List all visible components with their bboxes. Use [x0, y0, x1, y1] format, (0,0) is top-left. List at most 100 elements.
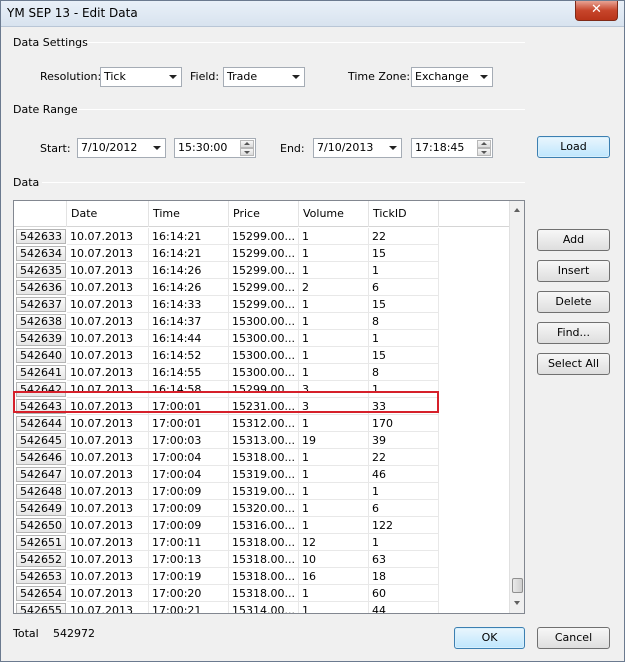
table-row[interactable]: 542649 10.07.2013 17:00:09 15320.00... 1 6: [14, 500, 511, 517]
title-bar[interactable]: YM SEP 13 - Edit Data ✕: [1, 1, 624, 27]
column-header-tickid[interactable]: TickID: [369, 201, 439, 227]
cell-tickid[interactable]: 122: [369, 517, 439, 534]
row-header[interactable]: 542642: [16, 382, 66, 397]
cell-tickid[interactable]: 1: [369, 262, 439, 279]
cell-volume[interactable]: 10: [299, 551, 369, 568]
cell-date[interactable]: 10.07.2013: [67, 483, 149, 500]
cell-volume[interactable]: 1: [299, 262, 369, 279]
row-header[interactable]: 542655: [16, 603, 66, 613]
add-button[interactable]: Add: [537, 229, 610, 251]
cell-date[interactable]: 10.07.2013: [67, 262, 149, 279]
cell-volume[interactable]: 1: [299, 296, 369, 313]
cell-price[interactable]: 15314.00...: [229, 602, 299, 613]
vertical-scrollbar[interactable]: [509, 201, 524, 613]
table-row[interactable]: 542651 10.07.2013 17:00:11 15318.00... 12 1: [14, 534, 511, 551]
column-header-date[interactable]: Date: [67, 201, 149, 227]
cell-price[interactable]: 15318.00...: [229, 568, 299, 585]
end-date-picker[interactable]: 7/10/2013: [313, 138, 402, 158]
cell-tickid[interactable]: 15: [369, 347, 439, 364]
cell-price[interactable]: 15231.00...: [229, 398, 299, 415]
cell-tickid[interactable]: 39: [369, 432, 439, 449]
cell-volume[interactable]: 1: [299, 602, 369, 613]
cell-date[interactable]: 10.07.2013: [67, 228, 149, 245]
cell-time[interactable]: 17:00:03: [149, 432, 229, 449]
cell-price[interactable]: 15316.00...: [229, 517, 299, 534]
cell-time[interactable]: 17:00:19: [149, 568, 229, 585]
cell-price[interactable]: 15299.00...: [229, 279, 299, 296]
cell-date[interactable]: 10.07.2013: [67, 534, 149, 551]
cell-price[interactable]: 15299.00...: [229, 296, 299, 313]
cell-time[interactable]: 16:14:44: [149, 330, 229, 347]
row-header[interactable]: 542635: [16, 263, 66, 278]
table-row[interactable]: 542640 10.07.2013 16:14:52 15300.00... 1 15: [14, 347, 511, 364]
cell-date[interactable]: 10.07.2013: [67, 551, 149, 568]
end-time-spinner[interactable]: 17:18:45: [411, 138, 493, 158]
cell-date[interactable]: 10.07.2013: [67, 330, 149, 347]
row-header[interactable]: 542651: [16, 535, 66, 550]
cell-date[interactable]: 10.07.2013: [67, 296, 149, 313]
row-header[interactable]: 542650: [16, 518, 66, 533]
row-header[interactable]: 542652: [16, 552, 66, 567]
cell-tickid[interactable]: 44: [369, 602, 439, 613]
cell-price[interactable]: 15300.00...: [229, 347, 299, 364]
spin-down-icon[interactable]: [477, 148, 491, 156]
cell-time[interactable]: 16:14:58: [149, 381, 229, 398]
row-header[interactable]: 542646: [16, 450, 66, 465]
timezone-select[interactable]: Exchange: [411, 67, 493, 87]
cell-time[interactable]: 16:14:37: [149, 313, 229, 330]
row-header[interactable]: 542641: [16, 365, 66, 380]
cell-price[interactable]: 15300.00...: [229, 313, 299, 330]
cell-time[interactable]: 17:00:09: [149, 517, 229, 534]
cell-price[interactable]: 15318.00...: [229, 585, 299, 602]
table-row[interactable]: 542633 10.07.2013 16:14:21 15299.00... 1 22: [14, 228, 511, 245]
cell-tickid[interactable]: 15: [369, 245, 439, 262]
spin-down-icon[interactable]: [240, 148, 254, 156]
cell-date[interactable]: 10.07.2013: [67, 500, 149, 517]
column-header-time[interactable]: Time: [149, 201, 229, 227]
cell-time[interactable]: 16:14:26: [149, 279, 229, 296]
cell-date[interactable]: 10.07.2013: [67, 364, 149, 381]
cell-time[interactable]: 17:00:11: [149, 534, 229, 551]
data-grid[interactable]: Date Time Price Volume TickID 542633 10.0…: [13, 200, 525, 614]
table-row[interactable]: 542648 10.07.2013 17:00:09 15319.00... 1 1: [14, 483, 511, 500]
start-time-spinner[interactable]: 15:30:00: [174, 138, 256, 158]
row-header[interactable]: 542633: [16, 229, 66, 244]
cell-price[interactable]: 15299.00...: [229, 262, 299, 279]
cell-time[interactable]: 17:00:04: [149, 466, 229, 483]
row-header[interactable]: 542639: [16, 331, 66, 346]
cell-volume[interactable]: 1: [299, 415, 369, 432]
column-header-price[interactable]: Price: [229, 201, 299, 227]
table-row[interactable]: 542647 10.07.2013 17:00:04 15319.00... 1 46: [14, 466, 511, 483]
cell-date[interactable]: 10.07.2013: [67, 466, 149, 483]
cell-volume[interactable]: 1: [299, 483, 369, 500]
cell-tickid[interactable]: 33: [369, 398, 439, 415]
row-header[interactable]: 542649: [16, 501, 66, 516]
cell-volume[interactable]: 1: [299, 330, 369, 347]
cell-price[interactable]: 15299.00...: [229, 381, 299, 398]
resolution-select[interactable]: Tick: [100, 67, 182, 87]
cell-volume[interactable]: 1: [299, 245, 369, 262]
cell-time[interactable]: 17:00:09: [149, 500, 229, 517]
cell-tickid[interactable]: 170: [369, 415, 439, 432]
table-row[interactable]: 542646 10.07.2013 17:00:04 15318.00... 1 22: [14, 449, 511, 466]
insert-button[interactable]: Insert: [537, 260, 610, 282]
find-button[interactable]: Find...: [537, 322, 610, 344]
table-row[interactable]: 542636 10.07.2013 16:14:26 15299.00... 2 6: [14, 279, 511, 296]
cell-price[interactable]: 15300.00...: [229, 364, 299, 381]
cell-volume[interactable]: 1: [299, 313, 369, 330]
cell-time[interactable]: 16:14:55: [149, 364, 229, 381]
scroll-up-icon[interactable]: [510, 203, 524, 218]
cell-time[interactable]: 17:00:01: [149, 398, 229, 415]
row-header[interactable]: 542648: [16, 484, 66, 499]
row-header[interactable]: 542654: [16, 586, 66, 601]
cell-price[interactable]: 15312.00...: [229, 415, 299, 432]
cell-volume[interactable]: 19: [299, 432, 369, 449]
cell-time[interactable]: 17:00:13: [149, 551, 229, 568]
delete-button[interactable]: Delete: [537, 291, 610, 313]
cell-price[interactable]: 15318.00...: [229, 449, 299, 466]
table-row[interactable]: 542654 10.07.2013 17:00:20 15318.00... 1 60: [14, 585, 511, 602]
cell-date[interactable]: 10.07.2013: [67, 432, 149, 449]
cell-price[interactable]: 15319.00...: [229, 466, 299, 483]
cell-date[interactable]: 10.07.2013: [67, 415, 149, 432]
row-header[interactable]: 542634: [16, 246, 66, 261]
